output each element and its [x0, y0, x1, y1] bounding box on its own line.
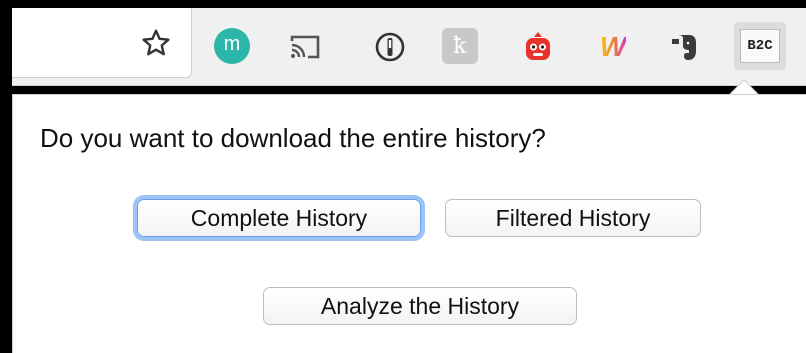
elephant-icon[interactable] [667, 30, 701, 64]
popup-question: Do you want to download the entire histo… [40, 123, 546, 153]
b2c-extension-button[interactable]: B2C [734, 22, 786, 70]
browser-window: m ꝁ W B2C Do you want to download the en… [0, 0, 806, 353]
robot-icon[interactable] [521, 30, 555, 64]
cast-icon[interactable] [288, 30, 322, 64]
analyze-history-button[interactable]: Analyze the History [263, 287, 577, 325]
w-extension-icon[interactable]: W [596, 30, 630, 64]
address-bar[interactable] [12, 8, 192, 78]
1password-icon[interactable] [373, 30, 407, 64]
b2c-label: B2C [740, 29, 780, 63]
k-extension-icon[interactable]: ꝁ [442, 28, 478, 64]
m-extension-icon[interactable]: m [214, 28, 250, 64]
browser-toolbar: m ꝁ W B2C [12, 8, 806, 86]
bookmark-star-icon[interactable] [140, 27, 172, 59]
extension-popup: Do you want to download the entire histo… [12, 94, 806, 353]
filtered-history-button[interactable]: Filtered History [445, 199, 701, 237]
complete-history-button[interactable]: Complete History [137, 199, 421, 237]
